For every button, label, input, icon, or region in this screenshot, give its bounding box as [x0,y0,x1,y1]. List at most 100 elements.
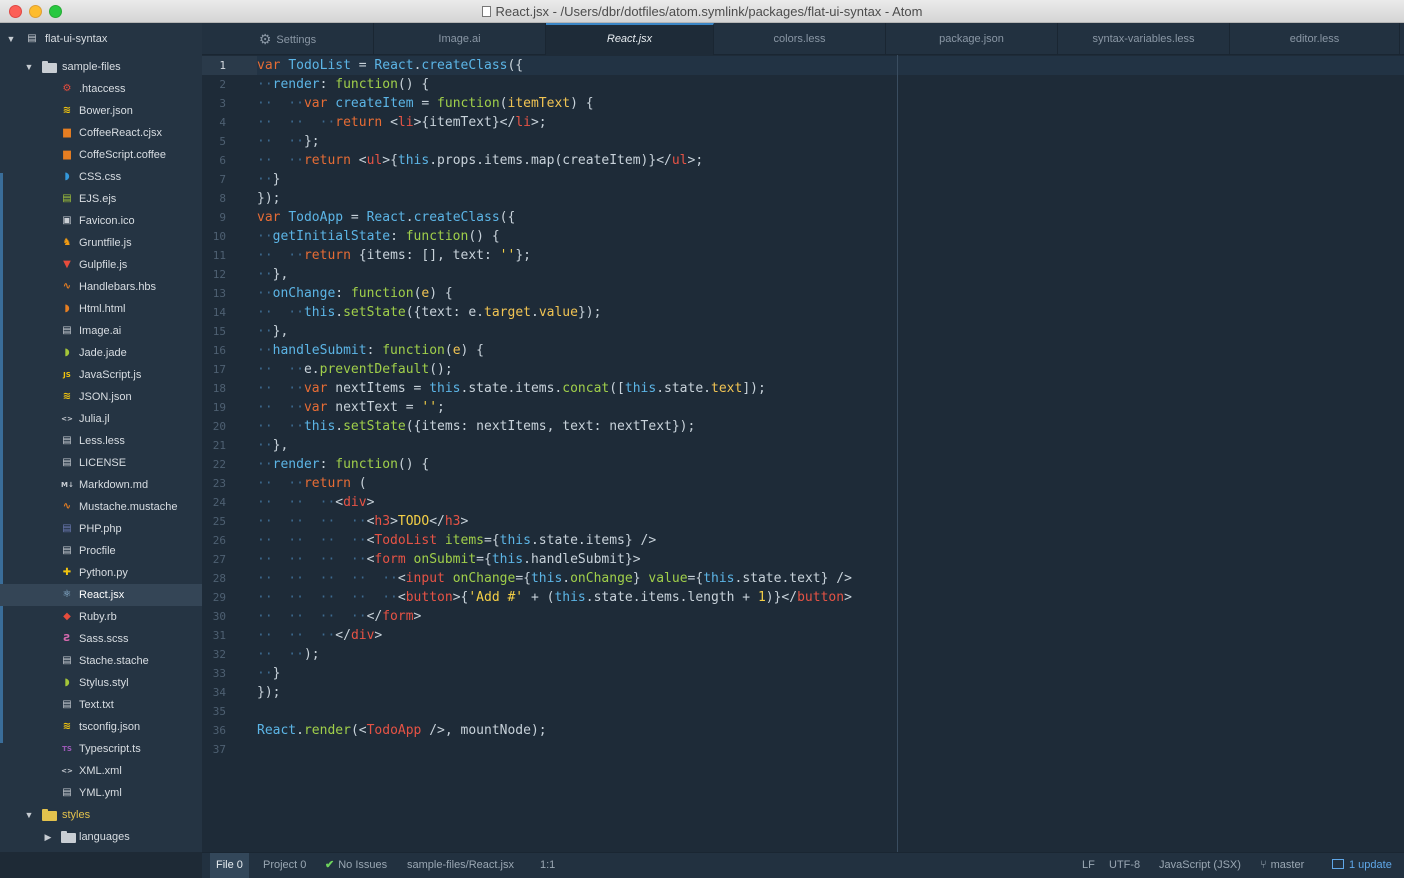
code-line[interactable]: ·· ·· ··</div> [257,626,382,645]
encoding-selector[interactable]: UTF-8 [1109,853,1140,878]
code-line[interactable]: ·· ·· ·· ·· ··<input onChange={this.onCh… [257,569,852,588]
line-number[interactable]: 37 [202,740,226,759]
line-number[interactable]: 5 [202,132,226,151]
code-line[interactable]: ··render: function() { [257,455,429,474]
line-number[interactable]: 21 [202,436,226,455]
tree-file[interactable]: ▤ YML.yml [0,782,202,804]
chevron-right-icon[interactable]: ▶ [43,826,53,848]
grammar-selector[interactable]: JavaScript (JSX) [1159,853,1241,878]
code-line[interactable]: ·· ··var nextItems = this.state.items.co… [257,379,766,398]
code-line[interactable]: var TodoList = React.createClass({ [257,56,523,75]
tree-view[interactable]: ▼ ▤ flat-ui-syntax ▼ sample-files ⚙ .htaccess ≋… [0,23,202,852]
code-line[interactable]: ·· ··}; [257,132,320,151]
tab-colors-less[interactable]: colors.less [714,23,886,55]
line-number[interactable]: 20 [202,417,226,436]
tree-file[interactable]: ◗ Html.html [0,298,202,320]
code-line[interactable]: }); [257,683,280,702]
code-line[interactable]: ··onChange: function(e) { [257,284,453,303]
code-line[interactable]: ·· ··return ( [257,474,367,493]
tree-file[interactable]: ▤ Less.less [0,430,202,452]
code-line[interactable]: var TodoApp = React.createClass({ [257,208,515,227]
line-number[interactable]: 26 [202,531,226,550]
tab-react-jsx[interactable]: React.jsx [546,23,714,55]
line-number[interactable]: 22 [202,455,226,474]
line-number[interactable]: 7 [202,170,226,189]
line-number[interactable]: 2 [202,75,226,94]
line-number[interactable]: 27 [202,550,226,569]
cursor-position[interactable]: 1:1 [540,853,555,878]
line-number[interactable]: 19 [202,398,226,417]
line-number[interactable]: 25 [202,512,226,531]
code-line[interactable]: ·· ·· ·· ··<TodoList items={this.state.i… [257,531,656,550]
tree-folder-sample-files[interactable]: ▼ sample-files [0,56,202,78]
line-number[interactable]: 18 [202,379,226,398]
tree-file[interactable]: M↓ Markdown.md [0,474,202,496]
tree-file[interactable]: ◗ CSS.css [0,166,202,188]
line-number[interactable]: 16 [202,341,226,360]
tree-file[interactable]: ▆ CoffeeReact.cjsx [0,122,202,144]
line-number[interactable]: 10 [202,227,226,246]
tree-file[interactable]: ▆ CoffeScript.coffee [0,144,202,166]
tree-file[interactable]: ≋ JSON.json [0,386,202,408]
tab-image-ai[interactable]: Image.ai [374,23,546,55]
tab-package-json[interactable]: package.json [886,23,1058,55]
tree-file[interactable]: <> XML.xml [0,760,202,782]
tree-folder-styles[interactable]: ▼ styles [0,804,202,826]
code-line[interactable]: ··render: function() { [257,75,429,94]
line-number[interactable]: 30 [202,607,226,626]
code-line[interactable]: ··} [257,170,280,189]
line-number[interactable]: 15 [202,322,226,341]
tree-file[interactable]: ▤ PHP.php [0,518,202,540]
code-line[interactable]: React.render(<TodoApp />, mountNode); [257,721,547,740]
tree-file[interactable]: JS JavaScript.js [0,364,202,386]
code-line[interactable]: ·· ·· ·· ·· ··<button>{'Add #' + (this.s… [257,588,852,607]
tree-file[interactable]: ▤ LICENSE [0,452,202,474]
code-line[interactable]: ··handleSubmit: function(e) { [257,341,484,360]
file-path[interactable]: sample-files/React.jsx [407,853,514,878]
chevron-down-icon[interactable]: ▼ [24,804,34,826]
code-line[interactable]: ··getInitialState: function() { [257,227,500,246]
code-area[interactable]: var TodoList = React.createClass({··rend… [257,55,1404,852]
chevron-down-icon[interactable]: ▼ [6,28,16,50]
linter-status[interactable]: ✔ No Issues [325,853,387,878]
tree-root-folder[interactable]: ▼ ▤ flat-ui-syntax [0,28,202,50]
tab-syntax-variables-less[interactable]: syntax-variables.less [1058,23,1230,55]
code-line[interactable]: ··}, [257,436,288,455]
package-updates[interactable]: 1 update [1332,853,1392,878]
tree-file[interactable]: ▣ Favicon.ico [0,210,202,232]
chevron-down-icon[interactable]: ▼ [24,56,34,78]
line-number[interactable]: 13 [202,284,226,303]
line-number[interactable]: 23 [202,474,226,493]
line-number[interactable]: 6 [202,151,226,170]
project-issues-tab[interactable]: Project 0 [257,853,312,878]
code-line[interactable]: ·· ··e.preventDefault(); [257,360,453,379]
code-line[interactable]: ··}, [257,265,288,284]
line-number[interactable]: 8 [202,189,226,208]
code-line[interactable]: ·· ··var nextText = ''; [257,398,445,417]
line-number[interactable]: 17 [202,360,226,379]
line-number[interactable]: 12 [202,265,226,284]
code-line[interactable]: ·· ·· ·· ··<h3>TODO</h3> [257,512,468,531]
tree-file[interactable]: ≋ tsconfig.json [0,716,202,738]
code-line[interactable]: }); [257,189,280,208]
tree-file[interactable]: Ƨ Sass.scss [0,628,202,650]
line-number[interactable]: 35 [202,702,226,721]
code-line[interactable]: ·· ··this.setState({text: e.target.value… [257,303,601,322]
tab-editor-less[interactable]: editor.less [1230,23,1400,55]
line-number[interactable]: 36 [202,721,226,740]
file-issues-tab[interactable]: File 0 [210,853,249,878]
line-number[interactable]: 34 [202,683,226,702]
line-number[interactable]: 24 [202,493,226,512]
code-line[interactable]: ··}, [257,322,288,341]
tree-file[interactable]: ▤ Stache.stache [0,650,202,672]
tree-folder-languages[interactable]: ▶ languages [0,826,202,848]
line-number[interactable]: 1 [202,56,226,75]
code-line[interactable]: ·· ··); [257,645,320,664]
tree-file[interactable]: <> Julia.jl [0,408,202,430]
tree-file[interactable]: ▤ EJS.ejs [0,188,202,210]
tree-file[interactable]: ◗ Jade.jade [0,342,202,364]
tree-file[interactable]: ⚙ .htaccess [0,78,202,100]
tree-file[interactable]: ∿ Handlebars.hbs [0,276,202,298]
line-number[interactable]: 32 [202,645,226,664]
line-number[interactable]: 11 [202,246,226,265]
